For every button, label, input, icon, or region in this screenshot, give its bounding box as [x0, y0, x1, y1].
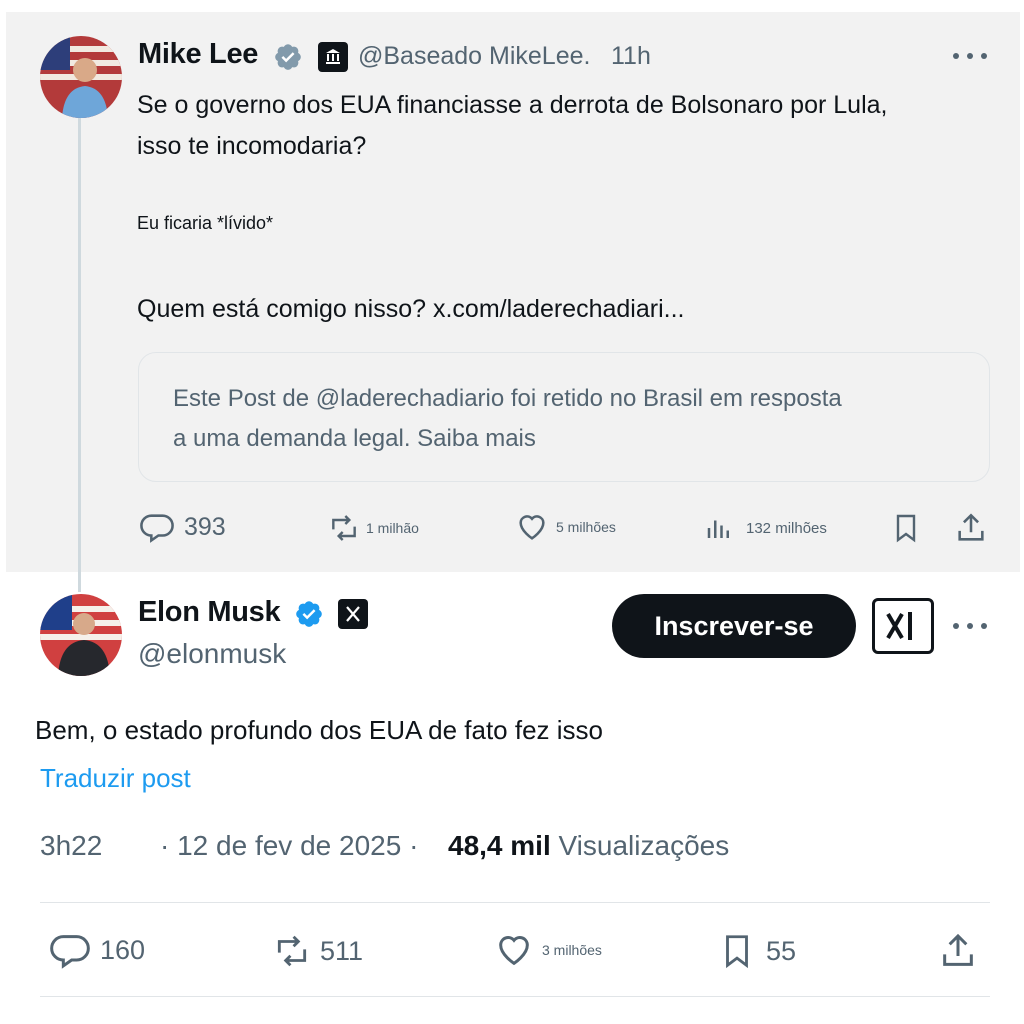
divider — [40, 902, 990, 903]
reply-icon — [140, 514, 174, 543]
reply-button[interactable]: 160 — [50, 930, 145, 970]
repost-count: 511 — [320, 935, 364, 966]
author-name[interactable]: Mike Lee — [138, 38, 258, 71]
elon-musk-avatar[interactable] — [40, 594, 122, 676]
views-summary: 48,4 mil Visualizações — [448, 830, 729, 862]
mike-lee-avatar[interactable] — [40, 36, 122, 118]
post-text-aside: Eu ficaria *lívido* — [137, 213, 274, 233]
share-button[interactable] — [954, 510, 988, 546]
withheld-notice[interactable]: Este Post de @laderechadiario foi retido… — [138, 352, 990, 482]
repost-icon — [277, 935, 307, 967]
bookmark-button[interactable] — [890, 510, 922, 546]
reply-count: 160 — [100, 934, 146, 965]
share-button[interactable] — [938, 930, 978, 972]
reply-button[interactable]: 393 — [140, 510, 226, 544]
more-icon[interactable] — [953, 46, 987, 66]
like-icon — [519, 515, 545, 540]
repost-button[interactable]: 1 milhão — [326, 512, 419, 544]
author-handle[interactable]: @elonmusk — [138, 638, 286, 670]
translate-post-link[interactable]: Traduzir post — [40, 763, 191, 794]
withheld-text: Este Post de @laderechadiario foi retido… — [173, 385, 842, 412]
views-icon — [707, 520, 729, 538]
repost-icon — [332, 515, 356, 541]
verified-icon — [273, 42, 303, 72]
bookmark-count: 55 — [766, 935, 797, 966]
withheld-text: a uma demanda legal. Saiba mais — [173, 425, 536, 452]
x-logo-icon — [338, 599, 368, 629]
bookmark-button[interactable]: 55 — [718, 930, 796, 972]
post-text-line: Quem está comigo nisso? x.com/laderechad… — [137, 295, 685, 323]
views-label: Visualizações — [558, 830, 730, 861]
xai-logo-icon[interactable] — [872, 598, 934, 654]
reply-count: 393 — [184, 512, 226, 541]
subscribe-button[interactable]: Inscrever-se — [612, 594, 856, 658]
share-icon — [943, 933, 973, 966]
post-text-line: Se o governo dos EUA financiasse a derro… — [137, 91, 888, 119]
thread-connector-line — [78, 118, 81, 592]
like-icon — [499, 936, 529, 966]
verified-icon — [294, 599, 324, 629]
like-button[interactable]: 5 milhões — [514, 510, 616, 544]
post-text: Bem, o estado profundo dos EUA de fato f… — [35, 715, 604, 745]
reply-icon — [50, 935, 90, 969]
bookmark-icon — [896, 514, 916, 543]
government-icon — [318, 42, 348, 72]
post-date[interactable]: · 12 de fev de 2025 · — [160, 830, 418, 862]
like-count: 5 milhões — [556, 519, 616, 535]
share-icon — [958, 513, 984, 541]
repost-count: 1 milhão — [366, 520, 419, 536]
more-icon[interactable] — [953, 616, 987, 636]
post-time[interactable]: 11h — [611, 42, 651, 71]
author-name[interactable]: Elon Musk — [138, 596, 281, 629]
views-count: 48,4 mil — [448, 830, 551, 861]
post-time[interactable]: 3h22 — [40, 830, 102, 862]
views-button[interactable]: 132 milhões — [704, 512, 827, 544]
repost-button[interactable]: 511 — [270, 932, 363, 970]
like-count: 3 milhões — [542, 942, 602, 958]
author-handle[interactable]: @Baseado MikeLee. — [358, 42, 590, 71]
like-button[interactable]: 3 milhões — [494, 930, 602, 970]
divider — [40, 996, 990, 997]
bookmark-icon — [726, 935, 748, 969]
views-count: 132 milhões — [746, 519, 827, 537]
post-text-line: isso te incomodaria? — [137, 132, 367, 160]
